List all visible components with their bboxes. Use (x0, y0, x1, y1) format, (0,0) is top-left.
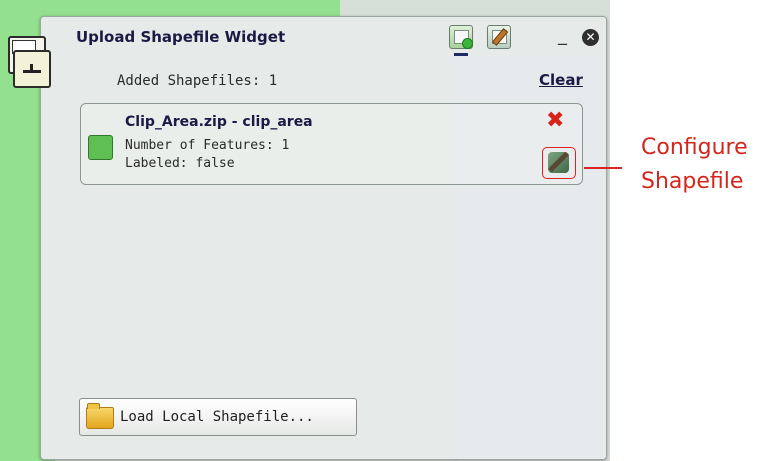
remove-shapefile-icon[interactable]: ✖ (546, 110, 564, 132)
minimize-button[interactable]: _ (558, 27, 567, 45)
tools-icon (548, 152, 569, 173)
add-shapefile-tab-button[interactable] (449, 25, 473, 49)
widget-title: Upload Shapefile Widget (76, 28, 286, 46)
folder-icon (86, 403, 114, 429)
plus-icon (462, 38, 473, 49)
shapefile-labeled-status: Labeled: false (125, 156, 235, 171)
shapefile-list-item: Clip_Area.zip - clip_area Number of Feat… (80, 103, 583, 185)
widget-header: Upload Shapefile Widget _ ✕ (41, 17, 606, 57)
configure-shapefile-callout: Configure Shapefile (641, 131, 771, 199)
edit-shapefile-tab-button[interactable] (487, 25, 511, 49)
callout-line1: Configure (641, 135, 748, 160)
callout-line2: Shapefile (641, 169, 744, 194)
shapefile-feature-count: Number of Features: 1 (125, 138, 290, 153)
widget-app-icon (8, 36, 51, 94)
shapefile-name: Clip_Area.zip - clip_area (125, 114, 313, 130)
shapefile-color-swatch[interactable] (88, 135, 113, 160)
load-button-label: Load Local Shapefile... (120, 409, 314, 425)
added-shapefiles-count: Added Shapefiles: 1 (117, 73, 278, 89)
close-button[interactable]: ✕ (582, 29, 599, 46)
callout-line (584, 167, 622, 169)
load-local-shapefile-button[interactable]: Load Local Shapefile... (79, 398, 357, 436)
active-tab-indicator (454, 53, 468, 56)
upload-shapefile-widget: Upload Shapefile Widget _ ✕ Added Shapef… (40, 16, 607, 460)
widget-app-icon-tick (30, 64, 33, 73)
configure-shapefile-button[interactable] (542, 147, 576, 179)
widget-app-icon-page (13, 50, 51, 88)
clear-link[interactable]: Clear (539, 71, 583, 89)
